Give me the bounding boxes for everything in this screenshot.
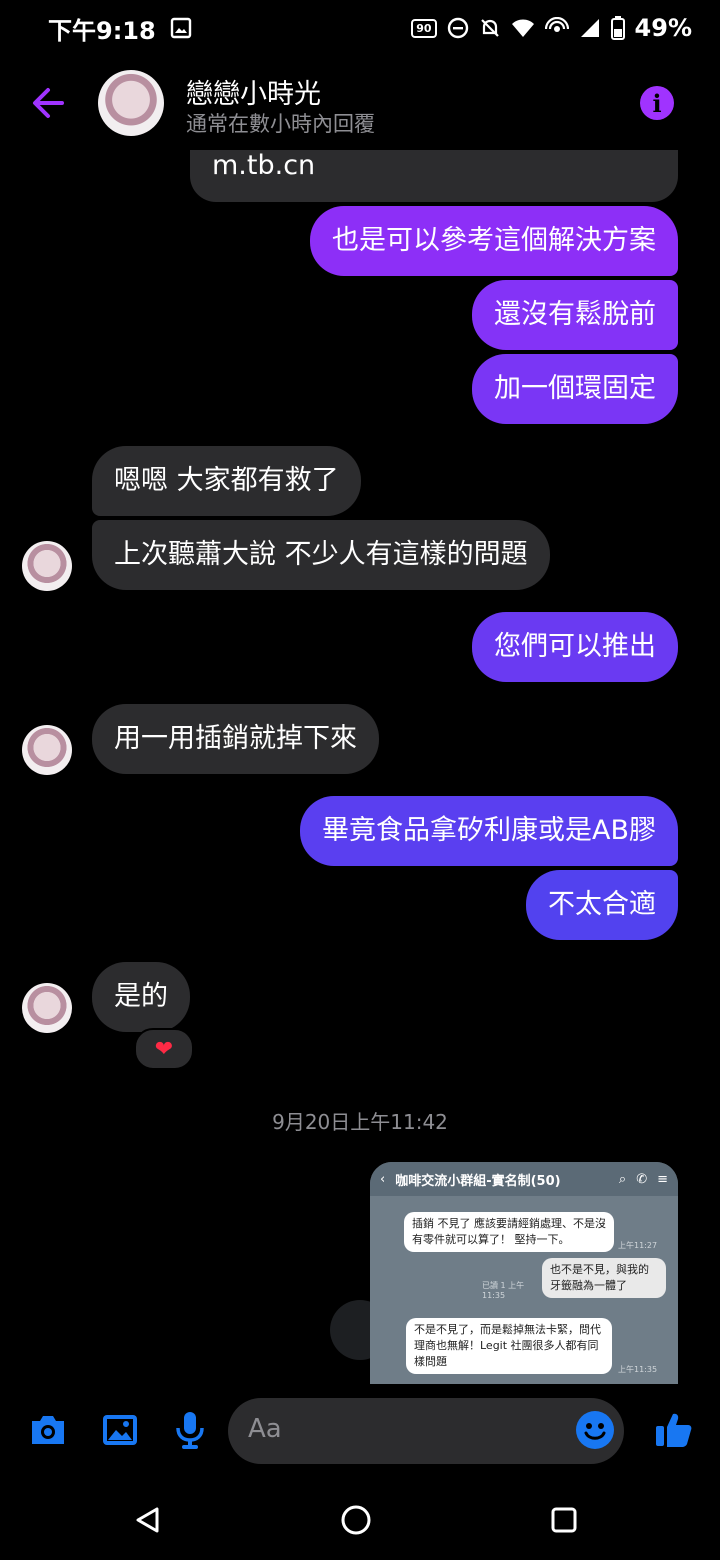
hotspot-icon <box>544 17 569 39</box>
outgoing-message[interactable]: 畢竟食品拿矽利康或是AB膠 <box>300 796 678 866</box>
outgoing-message[interactable]: 加一個環固定 <box>472 354 678 424</box>
back-arrow-icon[interactable] <box>28 82 70 124</box>
heart-reaction-icon[interactable]: ❤ <box>134 1028 194 1070</box>
shot-message: 也不是不見，與我的牙籤融為一體了 <box>542 1258 666 1298</box>
message-input[interactable]: Aa <box>228 1398 624 1464</box>
incoming-message[interactable]: 用一用插銷就掉下來 <box>92 704 379 774</box>
contact-avatar-small[interactable] <box>22 983 72 1033</box>
refresh-rate-badge: 90 <box>411 18 437 38</box>
conversation-header: 戀戀小時光 通常在數小時內回覆 i <box>0 56 720 150</box>
nav-recents-icon[interactable] <box>544 1500 584 1540</box>
nav-back-icon[interactable] <box>128 1500 168 1540</box>
message-composer: Aa <box>0 1384 720 1478</box>
shot-group-title: 咖啡交流小群組-實名制(50) <box>395 1173 561 1189</box>
incoming-message[interactable]: 上次聽蕭大說 不少人有這樣的問題 <box>92 520 550 590</box>
shot-header: ‹ 咖啡交流小群組-實名制(50) ⌕ ✆ ≡ <box>370 1162 678 1196</box>
contact-response-status: 通常在數小時內回覆 <box>186 112 375 136</box>
status-right: 90 49% <box>411 14 692 42</box>
outgoing-message[interactable]: 也是可以參考這個解決方案 <box>310 206 678 276</box>
wifi-icon <box>511 17 535 39</box>
emoji-icon[interactable] <box>576 1411 614 1449</box>
info-icon[interactable]: i <box>640 86 674 120</box>
incoming-message[interactable]: 嗯嗯 大家都有救了 <box>92 446 361 516</box>
battery-icon <box>610 16 625 40</box>
message-input-placeholder: Aa <box>248 1414 282 1444</box>
message-list[interactable]: m.tb.cn 也是可以參考這個解決方案 還沒有鬆脫前 加一個環固定 嗯嗯 大家… <box>0 150 720 1384</box>
shot-search-icon: ⌕ <box>618 1171 627 1187</box>
gallery-notification-icon <box>170 17 192 39</box>
outgoing-message[interactable]: 還沒有鬆脫前 <box>472 280 678 350</box>
contact-avatar-small[interactable] <box>22 541 72 591</box>
camera-icon[interactable] <box>28 1410 68 1450</box>
shot-read-receipt: 已讀 1 上午11:35 <box>482 1281 525 1300</box>
microphone-icon[interactable] <box>170 1410 210 1450</box>
system-nav-bar <box>0 1478 720 1560</box>
dnd-icon <box>447 17 469 39</box>
contact-avatar[interactable] <box>98 70 164 136</box>
shared-screenshot-image[interactable]: ‹ 咖啡交流小群組-實名制(50) ⌕ ✆ ≡ 插銷 不見了 應該要請經銷處理、… <box>370 1162 678 1384</box>
status-bar: 下午9:18 90 49% <box>0 0 720 56</box>
battery-percent: 49% <box>634 14 692 42</box>
outgoing-message[interactable]: 不太合適 <box>526 870 678 940</box>
shot-menu-icon: ≡ <box>657 1171 668 1187</box>
shot-time: 上午11:27 <box>618 1241 658 1250</box>
shot-time: 上午11:35 <box>618 1365 658 1374</box>
nav-home-icon[interactable] <box>336 1500 376 1540</box>
shot-phone-icon: ✆ <box>636 1171 648 1187</box>
incoming-link-bubble[interactable]: m.tb.cn <box>190 150 678 202</box>
thumbs-up-icon[interactable] <box>654 1410 694 1450</box>
status-time: 下午9:18 <box>48 16 156 45</box>
contact-avatar-small[interactable] <box>22 725 72 775</box>
date-divider: 9月20日上午11:42 <box>272 1110 448 1134</box>
outgoing-message[interactable]: 您們可以推出 <box>472 612 678 682</box>
signal-icon <box>579 17 601 39</box>
incoming-message[interactable]: 是的 <box>92 962 190 1032</box>
shot-message: 插銷 不見了 應該要請經銷處理、不是沒有零件就可以算了！ 堅持一下。 <box>404 1212 614 1252</box>
shot-message: 不是不見了，而是鬆掉無法卡緊，問代理商也無解！Legit 社團很多人都有同樣問題 <box>406 1318 612 1374</box>
gallery-icon[interactable] <box>100 1410 140 1450</box>
mute-bell-icon <box>479 17 501 39</box>
contact-name[interactable]: 戀戀小時光 <box>186 72 321 111</box>
shot-back-icon: ‹ <box>380 1171 386 1187</box>
status-left: 下午9:18 <box>48 11 192 46</box>
